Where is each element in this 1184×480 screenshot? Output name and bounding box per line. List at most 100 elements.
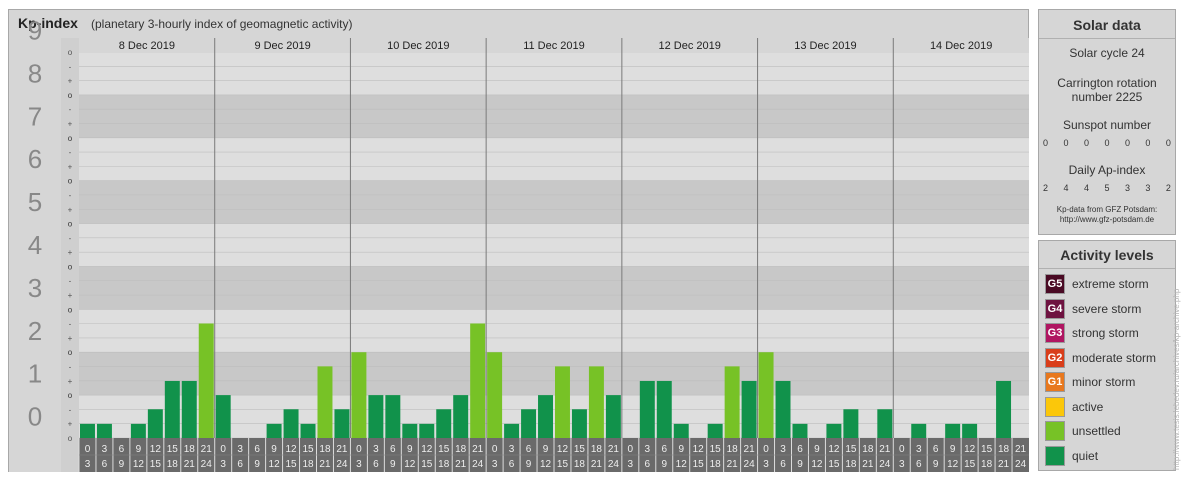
hour-start-label: 15 xyxy=(167,444,179,455)
sunspot-value: 0 xyxy=(1124,138,1130,148)
kp-bar xyxy=(351,352,367,438)
y-minor-label: o xyxy=(68,391,73,400)
hour-start-label: 21 xyxy=(336,444,348,455)
legend-label: severe storm xyxy=(1072,301,1142,316)
kp-bar xyxy=(198,323,214,438)
y-minor-label: - xyxy=(69,62,72,71)
watermark: http://www.tesis.lebedev.ru/archives/kp-… xyxy=(1172,289,1182,470)
hour-end-label: 18 xyxy=(302,459,314,470)
hour-start-label: 6 xyxy=(933,444,939,455)
y-minor-label: - xyxy=(69,148,72,157)
legend-item: active xyxy=(1045,396,1104,417)
hour-end-label: 24 xyxy=(879,459,891,470)
watermark-url: http://www.tesis.lebedev.ru/archives/kp-… xyxy=(1172,288,1181,470)
y-minor-label: + xyxy=(68,291,73,300)
kp-bar xyxy=(521,409,537,438)
kp-bar xyxy=(639,380,655,438)
hour-start-label: 21 xyxy=(608,444,620,455)
hour-start-label: 18 xyxy=(727,444,739,455)
hour-end-label: 12 xyxy=(133,459,145,470)
hour-end-label: 21 xyxy=(319,459,331,470)
hour-start-label: 0 xyxy=(492,444,498,455)
hour-end-label: 6 xyxy=(509,459,515,470)
kp-band xyxy=(79,309,1029,353)
hour-start-label: 0 xyxy=(85,444,91,455)
legend-label: active xyxy=(1072,399,1104,414)
hour-start-label: 0 xyxy=(356,444,362,455)
hour-start-label: 9 xyxy=(407,444,413,455)
hour-end-label: 12 xyxy=(404,459,416,470)
hour-start-label: 12 xyxy=(693,444,705,455)
hour-end-label: 21 xyxy=(184,459,196,470)
activity-panel-divider xyxy=(1039,268,1175,269)
hour-start-label: 18 xyxy=(319,444,331,455)
kp-band xyxy=(79,137,1029,181)
y-minor-label: + xyxy=(68,248,73,257)
hour-start-label: 15 xyxy=(981,444,993,455)
y-minor-label: + xyxy=(68,420,73,429)
hour-start-label: 21 xyxy=(879,444,891,455)
kp-bar xyxy=(945,423,961,438)
hour-start-label: 3 xyxy=(509,444,515,455)
y-minor-label: + xyxy=(68,205,73,214)
hour-end-label: 24 xyxy=(608,459,620,470)
hour-end-label: 21 xyxy=(455,459,467,470)
y-minor-label: + xyxy=(68,334,73,343)
kp-band xyxy=(79,266,1029,310)
kp-bar xyxy=(504,423,520,438)
hour-end-label: 6 xyxy=(373,459,379,470)
y-minor-label: + xyxy=(68,119,73,128)
y-minor-label: o xyxy=(68,305,73,314)
hour-end-label: 15 xyxy=(693,459,705,470)
legend-label: quiet xyxy=(1072,448,1099,463)
hour-end-label: 3 xyxy=(492,459,498,470)
kp-bar xyxy=(571,409,587,438)
kp-bar xyxy=(826,423,842,438)
hour-end-label: 18 xyxy=(438,459,450,470)
hour-end-label: 15 xyxy=(421,459,433,470)
hour-start-label: 3 xyxy=(645,444,651,455)
kp-bar xyxy=(130,423,146,438)
kp-bar xyxy=(164,380,180,438)
hour-start-label: 18 xyxy=(591,444,603,455)
y-tick-label: 6 xyxy=(28,144,42,174)
legend-label: moderate storm xyxy=(1072,350,1157,365)
y-tick-label: 2 xyxy=(28,316,42,346)
hour-end-label: 15 xyxy=(828,459,840,470)
legend-label: strong storm xyxy=(1072,326,1139,340)
kp-band xyxy=(79,352,1029,396)
sunspot-value: 0 xyxy=(1104,138,1110,148)
kp-bar xyxy=(707,423,723,438)
hour-start-label: 18 xyxy=(455,444,467,455)
sunspot-value: 0 xyxy=(1063,138,1069,148)
hour-start-label: 18 xyxy=(862,444,874,455)
y-tick-label: 1 xyxy=(28,359,42,389)
hour-end-label: 24 xyxy=(744,459,756,470)
day-label: 11 Dec 2019 xyxy=(523,40,585,52)
source-line2: http://www.gfz-potsdam.de xyxy=(1059,215,1155,224)
hour-start-label: 12 xyxy=(285,444,297,455)
kp-bar xyxy=(741,380,757,438)
hour-end-label: 18 xyxy=(845,459,857,470)
kp-bar xyxy=(300,423,316,438)
carrington-line1: Carrington rotation xyxy=(1057,76,1157,90)
hour-start-label: 12 xyxy=(964,444,976,455)
hour-end-label: 21 xyxy=(862,459,874,470)
hour-end-label: 9 xyxy=(119,459,125,470)
y-minor-label: - xyxy=(69,320,72,329)
hour-start-label: 6 xyxy=(797,444,803,455)
hour-start-label: 3 xyxy=(373,444,379,455)
hour-end-label: 24 xyxy=(201,459,213,470)
hour-end-label: 24 xyxy=(472,459,484,470)
kp-bar xyxy=(538,395,553,438)
hour-start-label: 3 xyxy=(237,444,243,455)
legend-item: unsettled xyxy=(1045,421,1121,441)
ap-value: 2 xyxy=(1043,183,1049,193)
kp-bar xyxy=(266,423,282,438)
kp-bar xyxy=(555,366,570,438)
kp-bar xyxy=(877,409,893,438)
source-line1: Kp-data from GFZ Potsdam: xyxy=(1056,205,1158,214)
hour-end-label: 12 xyxy=(269,459,281,470)
hour-start-label: 6 xyxy=(254,444,260,455)
kp-band xyxy=(79,52,1029,95)
